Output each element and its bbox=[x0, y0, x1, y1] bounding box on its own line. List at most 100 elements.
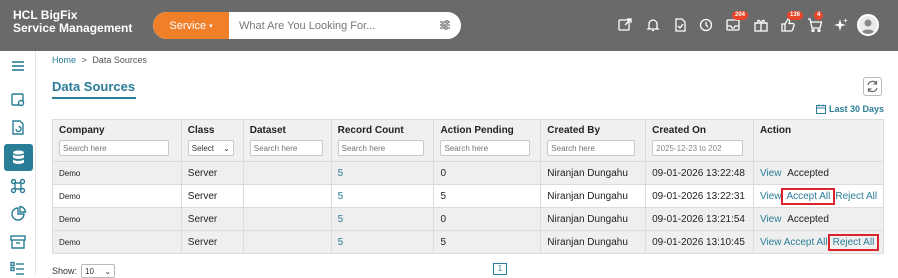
gift-icon[interactable] bbox=[753, 17, 769, 33]
bell-icon[interactable] bbox=[645, 17, 661, 33]
col-action-label: Action bbox=[759, 125, 792, 136]
class-cell: Server bbox=[180, 184, 244, 208]
view-link[interactable]: View bbox=[760, 168, 782, 179]
document-check-icon[interactable] bbox=[672, 17, 688, 33]
created-by-cell: Niranjan Dungahu bbox=[540, 161, 647, 185]
accepted-status: Accepted bbox=[787, 167, 829, 179]
reject-all-button[interactable]: Reject All bbox=[827, 233, 880, 251]
command-icon[interactable] bbox=[9, 177, 27, 195]
reject-all-button[interactable]: Reject All bbox=[835, 191, 877, 202]
pagination-footer: Show: 10 ⌄ bbox=[52, 264, 116, 278]
service-label: Service bbox=[169, 19, 207, 32]
table-header-row: Company Class Select ⌄ Dataset Record Coun… bbox=[52, 119, 885, 162]
col-action-pending-label: Action Pending bbox=[440, 125, 514, 136]
action-cell: View Accept All Reject All bbox=[752, 230, 885, 254]
action-cell: View Accepted bbox=[752, 207, 885, 231]
external-link-icon[interactable] bbox=[617, 17, 633, 33]
dataset-cell bbox=[242, 230, 332, 254]
col-action-pending: Action Pending bbox=[433, 119, 542, 162]
brand-line2: Service Management bbox=[13, 21, 133, 35]
company-cell: Demo bbox=[52, 184, 182, 208]
list-icon[interactable] bbox=[9, 259, 27, 277]
class-filter-select[interactable]: Select ⌄ bbox=[187, 140, 234, 156]
database-icon bbox=[13, 150, 24, 164]
refresh-button[interactable] bbox=[863, 77, 882, 96]
action-pending-filter-input[interactable] bbox=[440, 140, 531, 156]
pie-chart-icon[interactable] bbox=[9, 205, 27, 223]
cart-with-badge[interactable]: 4 bbox=[807, 11, 824, 33]
col-class-label: Class bbox=[187, 125, 215, 136]
action-cell: View Accept All Reject All bbox=[752, 184, 885, 208]
brand-logo[interactable]: HCL BigFix Service Management bbox=[13, 9, 132, 35]
page-size-select[interactable]: 10 ⌄ bbox=[81, 264, 116, 278]
record-count-link[interactable]: 5 bbox=[330, 184, 435, 208]
class-cell: Server bbox=[180, 207, 244, 231]
action-cell: View Accepted bbox=[752, 161, 885, 185]
user-avatar[interactable] bbox=[857, 14, 879, 36]
record-count-link[interactable]: 5 bbox=[330, 230, 435, 254]
caret-down-icon: ▾ bbox=[209, 22, 213, 30]
calendar-icon bbox=[816, 104, 826, 114]
dataset-cell bbox=[242, 161, 332, 185]
filter-tune-icon[interactable] bbox=[439, 19, 451, 31]
view-link[interactable]: View bbox=[760, 237, 782, 248]
accept-all-button[interactable]: Accept All bbox=[781, 187, 836, 205]
date-range-picker[interactable]: Last 30 Days bbox=[816, 104, 884, 114]
archive-icon[interactable] bbox=[9, 233, 27, 251]
action-pending-cell: 0 bbox=[433, 161, 542, 185]
dataset-filter-input[interactable] bbox=[249, 140, 323, 156]
view-link[interactable]: View bbox=[760, 214, 782, 225]
created-by-filter-input[interactable] bbox=[547, 140, 636, 156]
refresh-icon bbox=[867, 80, 878, 93]
page-number-button[interactable]: 1 bbox=[493, 263, 507, 275]
date-range-label: Last 30 Days bbox=[829, 104, 885, 114]
menu-icon[interactable] bbox=[9, 57, 27, 75]
search-input[interactable] bbox=[239, 12, 429, 39]
company-cell: Demo bbox=[52, 230, 182, 254]
created-by-cell: Niranjan Dungahu bbox=[540, 230, 647, 254]
accept-all-button[interactable]: Accept All bbox=[784, 237, 828, 248]
class-cell: Server bbox=[180, 161, 244, 185]
ticket-icon[interactable] bbox=[9, 91, 27, 109]
breadcrumb: Home > Data Sources bbox=[52, 55, 147, 65]
col-record-count: Record Count bbox=[330, 119, 435, 162]
clock-history-icon[interactable] bbox=[698, 17, 714, 33]
company-cell: Demo bbox=[52, 207, 182, 231]
action-pending-cell: 0 bbox=[433, 207, 542, 231]
data-sources-table: Company Class Select ⌄ Dataset Record Coun… bbox=[52, 119, 885, 254]
created-on-filter-input[interactable] bbox=[652, 140, 743, 156]
page-title: Data Sources bbox=[52, 79, 136, 94]
record-count-link[interactable]: 5 bbox=[330, 161, 435, 185]
thumbs-up-with-badge[interactable]: 136 bbox=[780, 11, 804, 33]
breadcrumb-current: Data Sources bbox=[92, 55, 147, 65]
sidebar-item-data-sources[interactable] bbox=[4, 144, 33, 171]
record-count-filter-input[interactable] bbox=[337, 140, 424, 156]
col-created-by: Created By bbox=[540, 119, 647, 162]
inbox-with-badge[interactable]: 204 bbox=[725, 11, 749, 33]
created-on-cell: 09-01-2026 13:22:31 bbox=[645, 184, 754, 208]
created-on-cell: 09-01-2026 13:21:54 bbox=[645, 207, 754, 231]
table-row: Demo Server 5 5 Niranjan Dungahu 09-01-2… bbox=[52, 230, 885, 254]
class-filter-value: Select bbox=[191, 143, 215, 153]
top-bar: HCL BigFix Service Management Service ▾ … bbox=[0, 0, 898, 51]
record-count-link[interactable]: 5 bbox=[330, 207, 435, 231]
notification-badge: 204 bbox=[732, 11, 749, 20]
breadcrumb-home-link[interactable]: Home bbox=[52, 55, 76, 65]
view-link[interactable]: View bbox=[760, 191, 782, 202]
document-refresh-icon[interactable] bbox=[9, 119, 27, 137]
col-created-by-label: Created By bbox=[547, 125, 601, 136]
class-cell: Server bbox=[180, 230, 244, 254]
page-size-value: 10 bbox=[85, 266, 94, 276]
action-pending-cell: 5 bbox=[433, 184, 542, 208]
sparkle-icon[interactable] bbox=[833, 17, 849, 33]
created-on-cell: 09-01-2026 13:10:45 bbox=[645, 230, 754, 254]
user-icon bbox=[861, 19, 875, 34]
table-row: Demo Server 5 0 Niranjan Dungahu 09-01-2… bbox=[52, 161, 885, 185]
company-filter-input[interactable] bbox=[59, 140, 169, 156]
table-row: Demo Server 5 0 Niranjan Dungahu 09-01-2… bbox=[52, 207, 885, 231]
col-dataset-label: Dataset bbox=[249, 125, 286, 136]
col-action: Action bbox=[752, 119, 885, 162]
service-dropdown-button[interactable]: Service ▾ bbox=[153, 12, 229, 39]
created-by-cell: Niranjan Dungahu bbox=[540, 207, 647, 231]
created-by-cell: Niranjan Dungahu bbox=[540, 184, 647, 208]
